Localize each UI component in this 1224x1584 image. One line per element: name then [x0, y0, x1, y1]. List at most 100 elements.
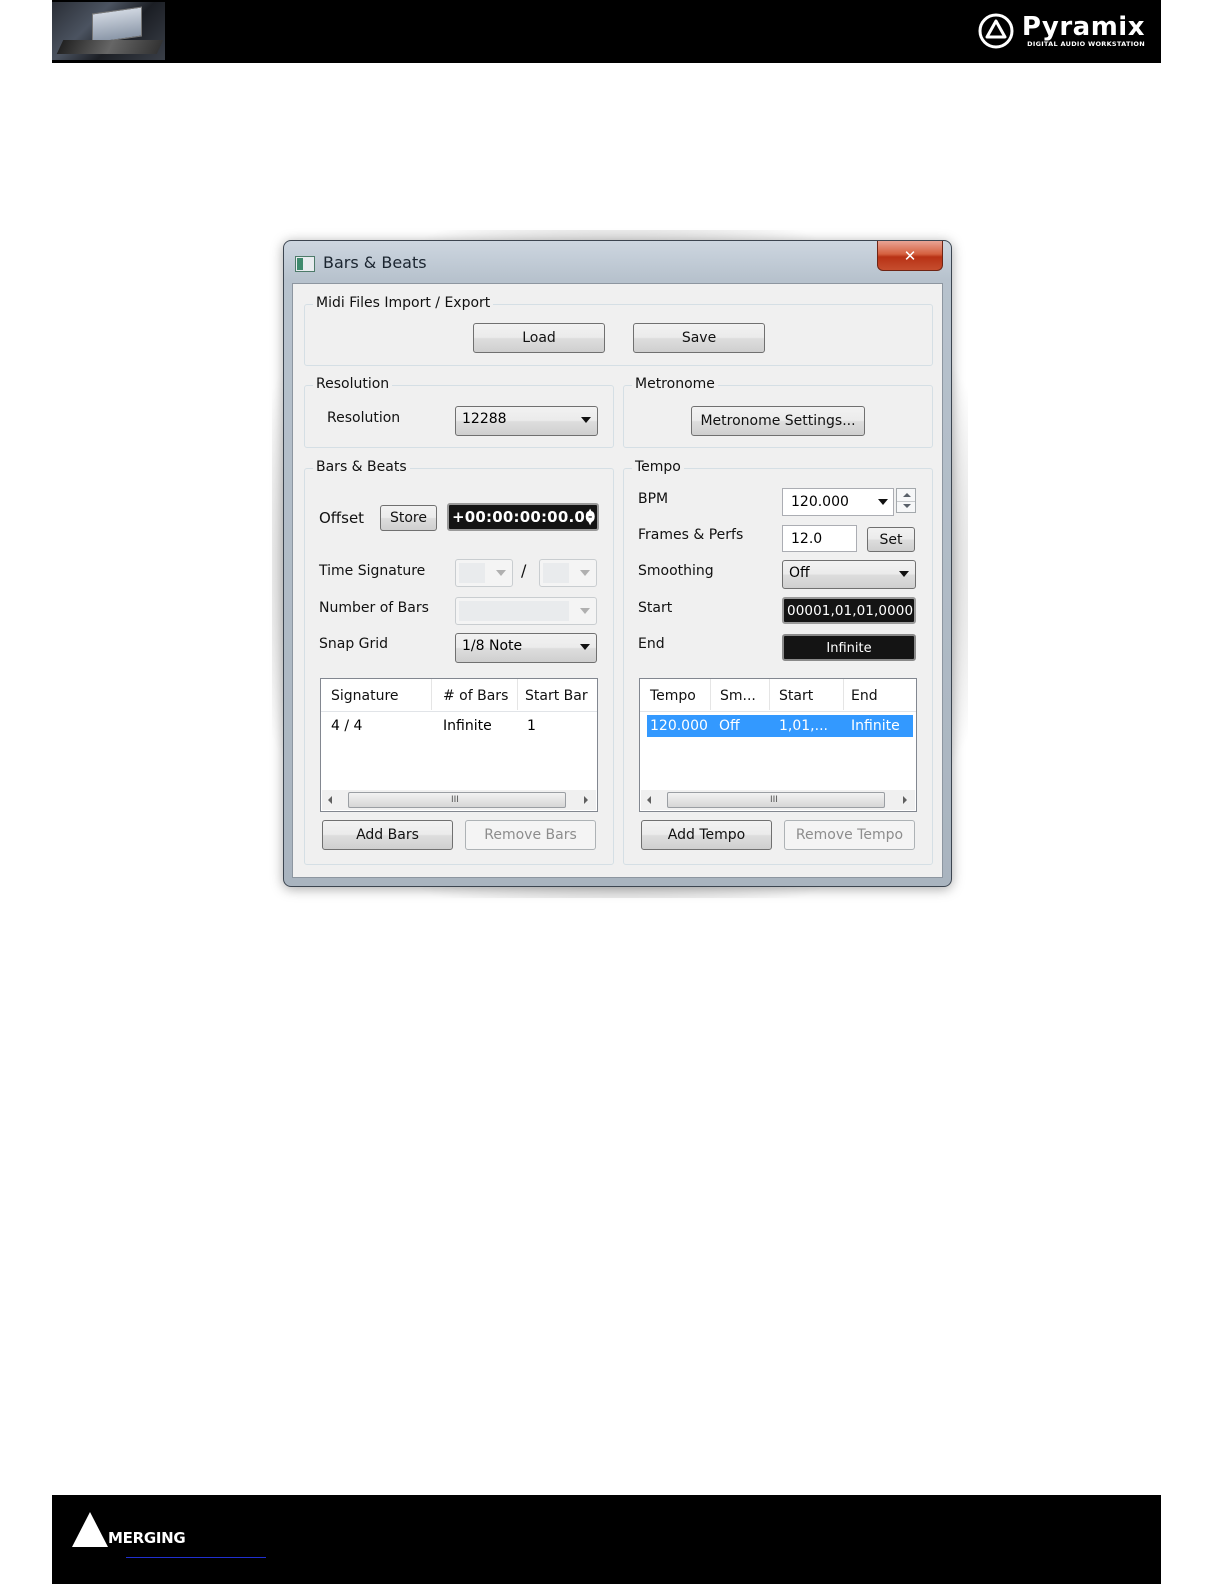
column-separator [710, 679, 711, 710]
cell-end: Infinite [851, 718, 900, 734]
resolution-value: 12288 [462, 411, 507, 427]
store-button[interactable]: Store [380, 505, 437, 531]
smoothing-select[interactable]: Off [782, 560, 916, 589]
tempo-list[interactable]: Tempo Sm... Start End 120.000 Off 1,01,.… [639, 678, 917, 812]
midi-files-group: Midi Files Import / Export Load Save [304, 295, 933, 366]
snap-grid-select[interactable]: 1/8 Note [455, 633, 597, 663]
app-icon [295, 256, 315, 272]
add-tempo-button[interactable]: Add Tempo [641, 820, 772, 850]
add-bars-button[interactable]: Add Bars [322, 820, 453, 850]
table-row-selected[interactable]: 120.000 Off 1,01,... Infinite [647, 715, 913, 737]
window-title: Bars & Beats [323, 253, 427, 272]
bpm-spinner[interactable] [896, 488, 916, 513]
column-smoothing[interactable]: Sm... [720, 688, 756, 704]
end-timecode-value: Infinite [826, 641, 872, 656]
bpm-field[interactable]: 120.000 [782, 488, 894, 516]
chevron-down-icon [581, 417, 591, 423]
chevron-down-icon [899, 571, 909, 577]
start-label: Start [638, 600, 673, 616]
grip-icon: III [451, 795, 459, 805]
table-row[interactable]: 4 / 4 Infinite 1 [321, 715, 597, 737]
smoothing-value: Off [789, 565, 810, 581]
start-timecode-value: 00001,01,01,0000 [787, 603, 914, 619]
column-tempo[interactable]: Tempo [650, 688, 696, 704]
bpm-value: 120.000 [791, 494, 849, 510]
frames-perfs-field[interactable]: 12.0 [782, 525, 857, 552]
bars-list-header: Signature # of Bars Start Bar [321, 679, 597, 712]
start-timecode-field[interactable]: 00001,01,01,0000 [782, 597, 916, 624]
resolution-label: Resolution [327, 410, 401, 426]
number-of-bars-select[interactable] [455, 597, 597, 625]
tempo-list-header: Tempo Sm... Start End [640, 679, 916, 712]
scroll-left-icon[interactable] [647, 796, 651, 804]
frames-perfs-value: 12.0 [791, 531, 823, 547]
bars-list[interactable]: Signature # of Bars Start Bar 4 / 4 Infi… [320, 678, 598, 812]
scrollbar-thumb[interactable]: III [348, 792, 566, 808]
column-separator [431, 679, 432, 710]
metronome-settings-button[interactable]: Metronome Settings... [691, 406, 865, 436]
time-signature-label: Time Signature [319, 563, 426, 579]
set-button[interactable]: Set [867, 527, 915, 552]
arrow-down-icon [903, 504, 911, 508]
time-signature-slash: / [521, 561, 527, 580]
tempo-list-scrollbar[interactable]: III [641, 790, 915, 810]
pyramix-subtitle: DIGITAL AUDIO WORKSTATION [1027, 40, 1145, 48]
pyramix-logo-icon [978, 13, 1014, 49]
combo-inner [459, 563, 485, 583]
cell-start: 1,01,... [779, 718, 828, 734]
end-timecode-field[interactable]: Infinite [782, 634, 916, 661]
resolution-group-title: Resolution [313, 376, 393, 392]
column-num-bars[interactable]: # of Bars [443, 688, 508, 704]
pyramix-wordmark: Pyramix DIGITAL AUDIO WORKSTATION [1022, 14, 1145, 48]
chevron-down-icon [580, 608, 590, 614]
studio-photo [52, 2, 165, 60]
studio-screen [92, 6, 142, 44]
metronome-group: Metronome Metronome Settings... [623, 376, 933, 448]
scrollbar-thumb[interactable]: III [667, 792, 885, 808]
column-separator [843, 679, 844, 710]
cell-start-bar: 1 [527, 718, 536, 734]
chevron-down-icon[interactable] [878, 499, 888, 505]
offset-timecode-value: +00:00:00:00.00 [452, 508, 596, 526]
scroll-right-icon[interactable] [584, 796, 588, 804]
tempo-group-title: Tempo [632, 459, 684, 475]
pyramix-name: Pyramix [1021, 12, 1145, 42]
combo-inner [543, 563, 569, 583]
arrow-up-icon [903, 493, 911, 497]
spin-down[interactable] [897, 501, 915, 513]
bars-list-scrollbar[interactable]: III [322, 790, 596, 810]
dialog-client-area: Midi Files Import / Export Load Save Res… [292, 283, 943, 878]
grip-icon: III [770, 795, 778, 805]
chevron-down-icon [580, 644, 590, 650]
column-start-bar[interactable]: Start Bar [525, 688, 588, 704]
time-signature-denominator-select[interactable] [539, 559, 597, 587]
resolution-select[interactable]: 12288 [455, 406, 598, 436]
page-header-band: Pyramix DIGITAL AUDIO WORKSTATION [52, 0, 1161, 63]
bars-beats-window: Bars & Beats ✕ Midi Files Import / Expor… [283, 240, 952, 887]
merging-wordmark: MERGING [108, 1529, 186, 1547]
scroll-left-icon[interactable] [328, 796, 332, 804]
frames-perfs-label: Frames & Perfs [638, 527, 744, 543]
page-footer-band: MERGING [52, 1495, 1161, 1584]
resolution-group: Resolution Resolution 12288 [304, 376, 614, 448]
chevron-down-icon [580, 570, 590, 576]
offset-timecode-field[interactable]: +00:00:00:00.00 ▲ ▼ [447, 503, 599, 531]
scroll-right-icon[interactable] [903, 796, 907, 804]
snap-grid-label: Snap Grid [319, 636, 389, 652]
title-bar[interactable]: Bars & Beats ✕ [284, 241, 951, 283]
column-start[interactable]: Start [779, 688, 813, 704]
load-button[interactable]: Load [473, 323, 605, 353]
midi-files-group-title: Midi Files Import / Export [313, 295, 494, 311]
column-signature[interactable]: Signature [331, 688, 399, 704]
remove-tempo-button[interactable]: Remove Tempo [784, 820, 915, 850]
updown-arrows-icon: ▲ ▼ [586, 507, 594, 527]
column-end[interactable]: End [851, 688, 878, 704]
footer-link-underline[interactable] [126, 1557, 266, 1558]
bpm-label: BPM [638, 491, 669, 507]
close-button[interactable]: ✕ [877, 241, 943, 271]
tempo-group: Tempo BPM 120.000 Frames & Perfs 12.0 Se… [623, 459, 933, 865]
save-button[interactable]: Save [633, 323, 765, 353]
remove-bars-button[interactable]: Remove Bars [465, 820, 596, 850]
studio-console [56, 40, 164, 54]
time-signature-numerator-select[interactable] [455, 559, 513, 587]
